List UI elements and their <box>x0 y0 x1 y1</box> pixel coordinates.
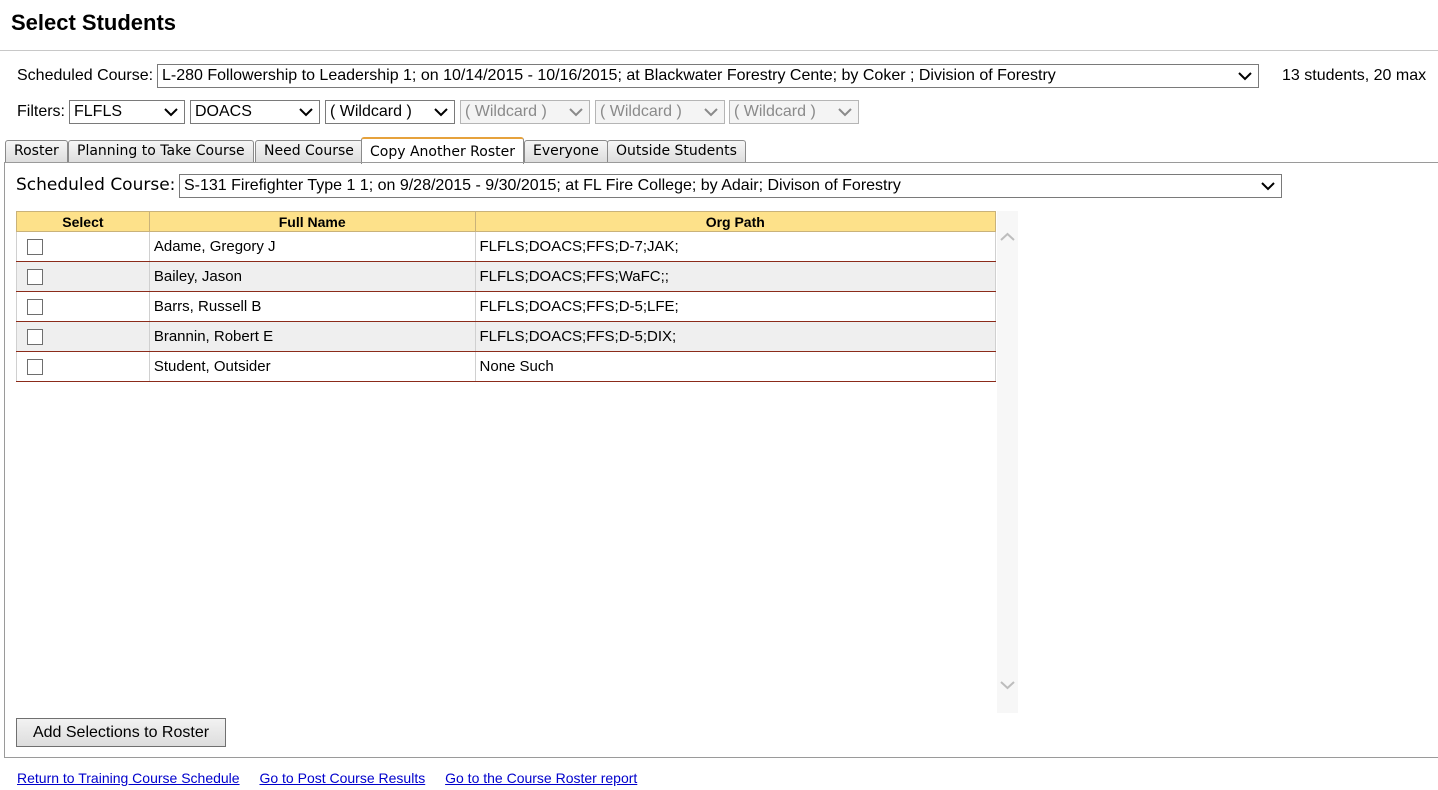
filters-label: Filters: <box>17 103 65 120</box>
full-name-cell: Barrs, Russell B <box>149 291 476 322</box>
row-checkbox[interactable] <box>27 299 43 316</box>
scheduled-course-value: L-280 Followership to Leadership 1; on 1… <box>162 67 1056 84</box>
chevron-down-icon <box>1261 179 1275 193</box>
column-header-full-name[interactable]: Full Name <box>148 211 476 232</box>
row-checkbox[interactable] <box>27 329 43 346</box>
filter-select-4-value: ( Wildcard ) <box>465 103 547 120</box>
filter-select-5-value: ( Wildcard ) <box>600 103 682 120</box>
table-row: Adame, Gregory J FLFLS;DOACS;FFS;D-7;JAK… <box>16 231 997 262</box>
filter-select-1-value: FLFLS <box>74 103 123 120</box>
row-select-cell <box>16 321 150 352</box>
chevron-down-icon <box>164 105 178 119</box>
row-checkbox[interactable] <box>27 269 43 286</box>
table-scrollbar[interactable] <box>997 211 1018 713</box>
filter-select-1[interactable]: FLFLS <box>69 100 185 124</box>
chevron-down-icon[interactable] <box>997 677 1018 693</box>
add-selections-button[interactable]: Add Selections to Roster <box>16 718 226 747</box>
filter-select-6: ( Wildcard ) <box>729 100 859 124</box>
full-name-cell: Bailey, Jason <box>149 261 476 292</box>
tab-panel-top-border <box>4 162 1438 163</box>
return-to-schedule-link[interactable]: Return to Training Course Schedule <box>17 770 240 786</box>
tab-copy-another-roster[interactable]: Copy Another Roster <box>361 137 524 164</box>
chevron-down-icon <box>838 105 852 119</box>
row-checkbox[interactable] <box>27 239 43 256</box>
page-title: Select Students <box>11 10 177 35</box>
row-select-cell <box>16 261 150 292</box>
copy-roster-course-value: S-131 Firefighter Type 1 1; on 9/28/2015… <box>184 177 901 194</box>
chevron-up-icon[interactable] <box>997 229 1018 245</box>
full-name-cell: Adame, Gregory J <box>149 231 476 262</box>
students-table: Select Full Name Org Path Adame, Gregory… <box>16 211 997 382</box>
org-path-cell: FLFLS;DOACS;FFS;D-5;DIX; <box>475 321 997 352</box>
full-name-cell: Student, Outsider <box>149 351 476 382</box>
scheduled-course-label: Scheduled Course: <box>17 67 154 84</box>
row-select-cell <box>16 291 150 322</box>
table-row: Barrs, Russell B FLFLS;DOACS;FFS;D-5;LFE… <box>16 291 997 322</box>
tab-need-course[interactable]: Need Course <box>255 140 363 163</box>
footer-links: Return to Training Course Schedule Go to… <box>17 770 653 786</box>
table-header-row: Select Full Name Org Path <box>16 211 997 232</box>
tab-panel-left-border <box>4 162 5 758</box>
filter-select-6-value: ( Wildcard ) <box>734 103 816 120</box>
chevron-down-icon <box>1238 69 1252 83</box>
chevron-down-icon <box>704 105 718 119</box>
row-select-cell <box>16 231 150 262</box>
org-path-cell: None Such <box>475 351 997 382</box>
scheduled-course-select[interactable]: L-280 Followership to Leadership 1; on 1… <box>157 64 1259 88</box>
tab-panel-bottom-border <box>4 757 1438 758</box>
copy-roster-course-label: Scheduled Course: <box>16 175 176 195</box>
course-roster-report-link[interactable]: Go to the Course Roster report <box>445 770 637 786</box>
chevron-down-icon <box>299 105 313 119</box>
org-path-cell: FLFLS;DOACS;FFS;WaFC;; <box>475 261 997 292</box>
org-path-cell: FLFLS;DOACS;FFS;D-7;JAK; <box>475 231 997 262</box>
table-row: Student, Outsider None Such <box>16 351 997 382</box>
filter-select-3-value: ( Wildcard ) <box>330 103 412 120</box>
tab-outside-students[interactable]: Outside Students <box>607 140 746 163</box>
chevron-down-icon <box>434 105 448 119</box>
title-divider <box>0 50 1438 51</box>
tab-everyone[interactable]: Everyone <box>524 140 608 163</box>
chevron-down-icon <box>569 105 583 119</box>
tab-roster[interactable]: Roster <box>5 140 68 163</box>
filter-select-2-value: DOACS <box>195 103 252 120</box>
column-header-select[interactable]: Select <box>16 211 150 232</box>
course-capacity-text: 13 students, 20 max <box>1282 67 1427 84</box>
tab-planning-to-take-course[interactable]: Planning to Take Course <box>68 140 254 163</box>
filter-select-3[interactable]: ( Wildcard ) <box>325 100 455 124</box>
filter-select-5: ( Wildcard ) <box>595 100 725 124</box>
post-course-results-link[interactable]: Go to Post Course Results <box>259 770 425 786</box>
filter-select-4: ( Wildcard ) <box>460 100 590 124</box>
filter-select-2[interactable]: DOACS <box>190 100 320 124</box>
org-path-cell: FLFLS;DOACS;FFS;D-5;LFE; <box>475 291 997 322</box>
row-checkbox[interactable] <box>27 359 43 376</box>
full-name-cell: Brannin, Robert E <box>149 321 476 352</box>
table-row: Brannin, Robert E FLFLS;DOACS;FFS;D-5;DI… <box>16 321 997 352</box>
copy-roster-course-select[interactable]: S-131 Firefighter Type 1 1; on 9/28/2015… <box>179 174 1282 198</box>
column-header-org-path[interactable]: Org Path <box>474 211 997 232</box>
table-row: Bailey, Jason FLFLS;DOACS;FFS;WaFC;; <box>16 261 997 292</box>
row-select-cell <box>16 351 150 382</box>
